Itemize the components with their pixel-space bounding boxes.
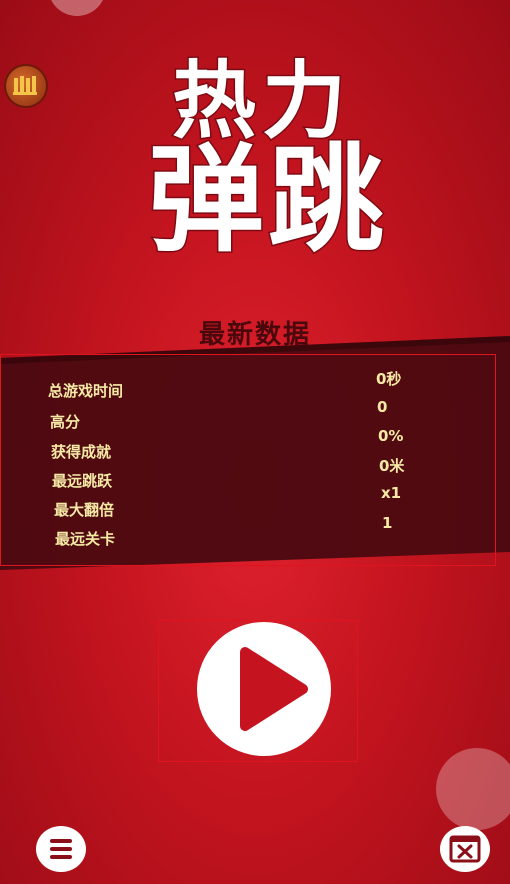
- stat-label-total-time: 总游戏时间: [48, 382, 124, 400]
- stat-label-farthest-jump: 最远跳跃: [52, 472, 113, 490]
- stat-value-high-score: 0: [377, 398, 388, 416]
- stat-value-total-time: 0秒: [376, 370, 402, 388]
- video-icon: [449, 835, 481, 863]
- video-button[interactable]: [440, 826, 490, 872]
- stat-value-max-multiplier: x1: [381, 484, 402, 502]
- stat-value-farthest-jump: 0米: [379, 457, 405, 475]
- stat-value-farthest-level: 1: [382, 514, 393, 532]
- play-button[interactable]: [197, 622, 331, 756]
- stats-heading: 最新数据: [198, 320, 311, 350]
- decorative-circle-bottom: [436, 748, 510, 830]
- play-icon: [240, 647, 308, 731]
- game-logo: 热力 弹跳: [147, 51, 388, 270]
- stat-value-achievements: 0%: [378, 427, 404, 445]
- stat-label-farthest-level: 最远关卡: [55, 530, 116, 548]
- logo-line-2: 弹跳: [148, 133, 388, 268]
- stat-label-high-score: 高分: [50, 413, 81, 431]
- menu-icon: [50, 839, 72, 859]
- decorative-circle-top: [48, 0, 106, 16]
- menu-button[interactable]: [36, 826, 86, 872]
- stat-label-achievements: 获得成就: [51, 443, 112, 461]
- stat-label-max-multiplier: 最大翻倍: [54, 501, 115, 519]
